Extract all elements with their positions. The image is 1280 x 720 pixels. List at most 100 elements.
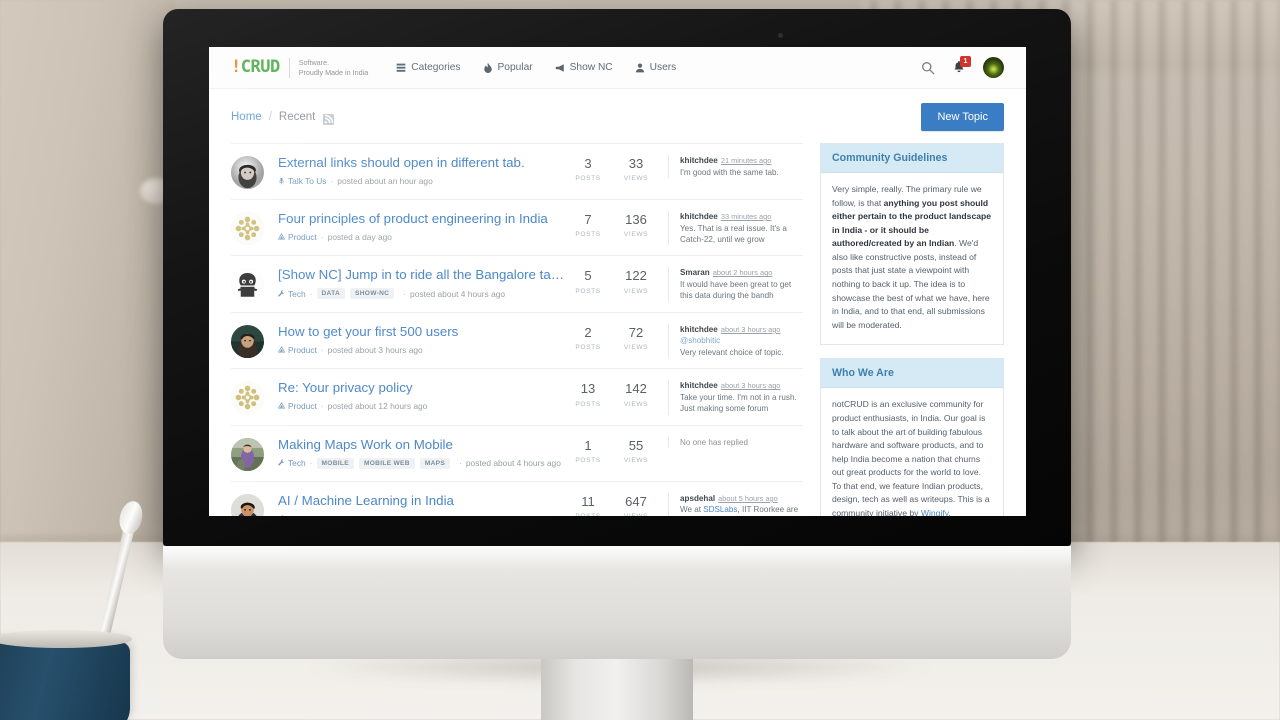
topic-views-count: 72: [628, 324, 644, 340]
topic-title-link[interactable]: External links should open in different …: [278, 155, 564, 172]
excerpt-link[interactable]: SDSLabs: [703, 505, 737, 514]
topic-views-label: VIEWS: [623, 231, 649, 239]
topic-views-count: 647: [625, 493, 647, 509]
topic-posted-time: posted about 4 hours ago: [410, 288, 506, 299]
topic-posts-label: POSTS: [575, 457, 601, 465]
topic-author-avatar[interactable]: [231, 381, 264, 415]
grid-icon: [396, 63, 406, 73]
topic-title-link[interactable]: Four principles of product engineering i…: [278, 211, 564, 228]
topic-author-avatar[interactable]: [231, 493, 264, 516]
topic-author-avatar[interactable]: [231, 324, 264, 358]
sidebar-column: Community Guidelines Very simple, really…: [820, 143, 1004, 516]
logo-wordmark: CRUD: [240, 57, 280, 77]
excerpt-author[interactable]: khitchdee: [680, 212, 718, 221]
who-we-are-text-1: notCRUD is an exclusive community for pr…: [832, 399, 990, 516]
topic-author-avatar[interactable]: [231, 156, 264, 189]
topic-row[interactable]: AI / Machine Learning in India Tech · po…: [231, 482, 803, 516]
excerpt-mention[interactable]: @shobhitic: [680, 336, 720, 345]
search-icon[interactable]: [921, 61, 935, 75]
topic-category[interactable]: Tech: [278, 289, 306, 299]
topic-posts-count: 11: [581, 493, 595, 509]
topic-category[interactable]: Product: [277, 345, 317, 355]
topic-posts-count: 7: [584, 212, 592, 227]
who-we-are-text-2: .: [948, 507, 951, 516]
meta-separator: ·: [320, 401, 324, 412]
header-actions: 1: [921, 56, 1004, 78]
topic-main: [Show NC] Jump in to ride all the Bangal…: [264, 267, 564, 300]
nav-label-categories: Categories: [411, 62, 461, 73]
topic-posts-label: POSTS: [575, 344, 601, 352]
topic-category[interactable]: Tech: [278, 514, 306, 516]
excerpt-timestamp[interactable]: about 5 hours ago: [718, 494, 778, 503]
topic-last-reply-excerpt[interactable]: khitchdee about 3 hours ago @shobhitic Very…: [668, 323, 803, 359]
topic-row[interactable]: How to get your first 500 users Product …: [231, 313, 804, 370]
topic-views-stat: 55 VIEWS: [612, 437, 660, 464]
topic-last-reply-excerpt[interactable]: No one has replied: [668, 436, 803, 449]
topic-tag[interactable]: DATA: [316, 288, 346, 300]
rss-icon[interactable]: [323, 112, 335, 125]
wingify-link[interactable]: Wingify: [921, 508, 949, 516]
excerpt-timestamp[interactable]: 33 minutes ago: [721, 212, 772, 221]
topic-last-reply-excerpt[interactable]: apsdehal about 5 hours ago We at SDSLabs, …: [668, 492, 803, 516]
excerpt-timestamp[interactable]: about 3 hours ago: [721, 325, 781, 334]
topic-category[interactable]: Product: [277, 232, 317, 242]
site-logo[interactable]: !CRUD Software. Proudly Made in India: [231, 57, 368, 78]
topic-author-avatar[interactable]: [231, 212, 264, 245]
breadcrumb-home[interactable]: Home: [231, 111, 262, 123]
topic-author-avatar[interactable]: [231, 268, 264, 302]
topic-category[interactable]: Product: [277, 401, 317, 411]
product-icon: [277, 345, 286, 354]
topic-posts-count: 2: [584, 324, 592, 340]
excerpt-timestamp[interactable]: about 3 hours ago: [721, 381, 781, 390]
topic-posts-count: 5: [584, 268, 592, 284]
excerpt-timestamp[interactable]: about 2 hours ago: [713, 268, 773, 277]
excerpt-author[interactable]: khitchdee: [680, 156, 718, 165]
topic-author-avatar[interactable]: [231, 437, 264, 471]
excerpt-author[interactable]: apsdehal: [680, 494, 715, 503]
topic-tag[interactable]: SHOW-NC: [350, 288, 395, 300]
nav-item-categories[interactable]: Categories: [396, 62, 461, 73]
excerpt-author[interactable]: Smaran: [680, 268, 710, 277]
new-topic-button[interactable]: New Topic: [921, 103, 1004, 131]
topic-title-link[interactable]: How to get your first 500 users: [278, 324, 564, 341]
topic-tag[interactable]: MOBILE: [316, 457, 354, 469]
topic-title-link[interactable]: Making Maps Work on Mobile: [278, 437, 564, 454]
topic-category[interactable]: Tech: [278, 458, 306, 468]
topic-last-reply-excerpt[interactable]: khitchdee 21 minutes ago I'm good with the…: [668, 155, 803, 178]
notifications-bell[interactable]: 1: [952, 56, 971, 75]
nav-item-users[interactable]: Users: [635, 62, 676, 73]
nav-item-popular[interactable]: Popular: [483, 62, 533, 73]
excerpt-author[interactable]: khitchdee: [680, 325, 718, 334]
topic-title-link[interactable]: Re: Your privacy policy: [278, 380, 564, 397]
topic-last-reply-excerpt[interactable]: Smaran about 2 hours ago It would have bee…: [668, 267, 803, 302]
logo-exclamation: !: [231, 57, 241, 77]
topic-main: Four principles of product engineering i…: [264, 211, 564, 242]
excerpt-timestamp[interactable]: 21 minutes ago: [721, 156, 772, 165]
topic-tag[interactable]: MOBILE WEB: [358, 457, 415, 469]
meta-separator: ·: [310, 514, 313, 516]
topic-row[interactable]: Re: Your privacy policy Product · posted…: [231, 369, 804, 426]
topic-posted-time: posted a day ago: [327, 231, 392, 242]
topic-posts-count: 13: [580, 381, 596, 397]
topic-title-link[interactable]: AI / Machine Learning in India: [278, 493, 564, 510]
topic-views-label: VIEWS: [612, 513, 660, 516]
meta-separator: ·: [330, 175, 334, 186]
topic-row[interactable]: External links should open in different …: [231, 144, 804, 200]
topic-views-label: VIEWS: [623, 287, 649, 295]
topic-category[interactable]: Talk To Us: [278, 176, 326, 186]
nav-item-show-nc[interactable]: Show NC: [555, 62, 613, 73]
topic-row[interactable]: Four principles of product engineering i…: [231, 200, 804, 257]
excerpt-author[interactable]: khitchdee: [680, 381, 718, 390]
topic-row[interactable]: Making Maps Work on Mobile Tech · MOBILE…: [231, 426, 804, 482]
topic-last-reply-excerpt[interactable]: khitchdee 33 minutes ago Yes. That is a re…: [668, 211, 803, 246]
topic-views-count: 122: [625, 268, 647, 284]
topic-tag[interactable]: MAPS: [419, 457, 451, 469]
topic-posted-time: posted about 4 hours ago: [465, 458, 561, 469]
topic-row[interactable]: [Show NC] Jump in to ride all the Bangal…: [231, 256, 804, 313]
logo-mark: !CRUD: [231, 59, 280, 76]
avatar[interactable]: [983, 57, 1004, 78]
excerpt-header: apsdehal about 5 hours ago: [680, 493, 803, 505]
topic-title-link[interactable]: [Show NC] Jump in to ride all the Bangal…: [278, 267, 564, 284]
topic-views-count: 136: [625, 212, 647, 227]
topic-last-reply-excerpt[interactable]: khitchdee about 3 hours ago Take your time…: [668, 380, 803, 415]
